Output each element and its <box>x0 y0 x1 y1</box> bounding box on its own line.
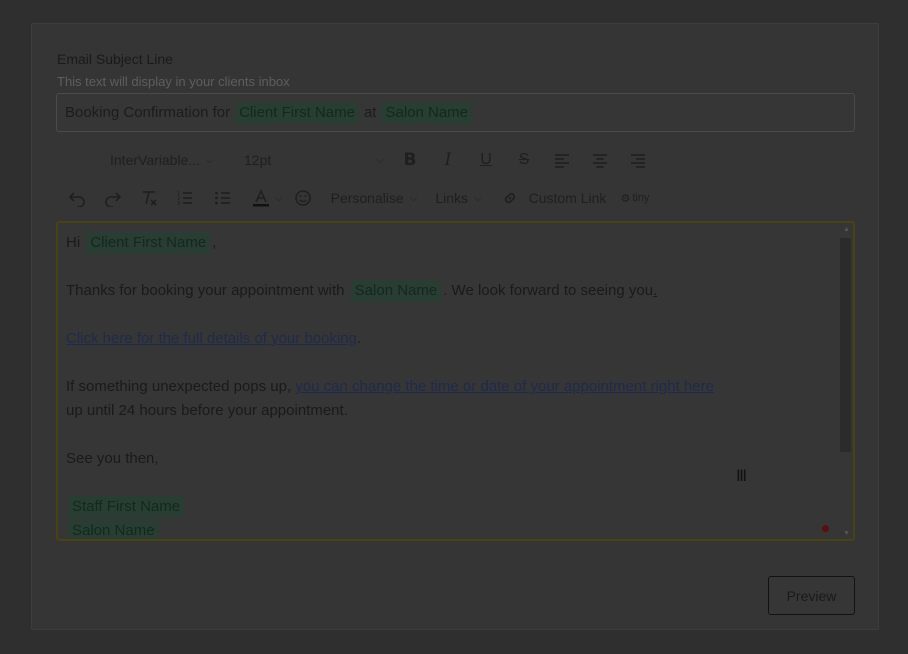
editor-line-details: Click here for the full details of your … <box>66 327 836 351</box>
personalise-label: Personalise <box>330 190 404 206</box>
font-family-select[interactable]: InterVariable... ⌵ <box>110 152 228 168</box>
subject-middle: at <box>363 104 377 121</box>
editor-line-unexpected: If something unexpected pops up, you can… <box>66 375 836 399</box>
strikethrough-icon[interactable]: S <box>512 148 536 172</box>
preview-button[interactable]: Preview <box>768 576 855 615</box>
editor-blank-line <box>66 351 836 375</box>
editor-blank-line <box>66 255 836 279</box>
subject-help-text: This text will display in your clients i… <box>57 74 290 89</box>
links-menu[interactable]: Links ⌵ <box>435 190 481 206</box>
undo-icon[interactable] <box>65 186 89 210</box>
text-color-icon[interactable] <box>249 186 273 210</box>
staff-first-name-tag[interactable]: Staff First Name <box>68 496 185 518</box>
chevron-down-icon[interactable]: ⌵ <box>275 193 283 204</box>
editor-line-thanks: Thanks for booking your appointment with… <box>66 279 836 303</box>
greeting-text: Hi <box>66 234 81 251</box>
salon-name-tag[interactable]: Salon Name <box>68 520 159 539</box>
font-size-select[interactable]: 12pt ⌵ <box>244 152 384 168</box>
underline-icon[interactable]: U <box>474 148 498 172</box>
editor-line-salon: Salon Name <box>66 519 836 539</box>
personalise-menu[interactable]: Personalise ⌵ <box>331 190 418 206</box>
scroll-up-arrow-icon[interactable]: ▲ <box>843 226 850 233</box>
tiny-logo-icon: ⚙ <box>620 192 631 205</box>
link-icon <box>498 186 522 210</box>
emoji-icon[interactable] <box>291 186 315 210</box>
scroll-down-arrow-icon[interactable]: ▼ <box>843 530 850 537</box>
editor-toolbar-row-2: 123 ⌵ Personalise ⌵ Links ⌵ Custom Link … <box>65 185 649 211</box>
subject-prefix: Booking Confirmation for <box>65 104 231 121</box>
editor-line-staff: Staff First Name <box>66 495 836 519</box>
tiny-logo: ⚙ tiny <box>620 192 649 205</box>
email-settings-card: Email Subject Line This text will displa… <box>31 23 879 630</box>
align-left-icon[interactable] <box>550 148 574 172</box>
details-end-text: . <box>356 330 362 347</box>
font-size-value: 12pt <box>244 152 272 168</box>
editor-line-unexpected-2: up until 24 hours before your appointmen… <box>66 402 348 419</box>
chevron-down-icon: ⌵ <box>206 154 214 166</box>
editor-blank-line <box>66 471 836 495</box>
thanks-suffix-text: . We look forward to seeing you <box>443 282 654 299</box>
greeting-comma: , <box>212 234 217 251</box>
custom-link-label: Custom Link <box>528 190 607 206</box>
chevron-down-icon: ⌵ <box>409 192 418 204</box>
change-appointment-link[interactable]: you can change the time or date of your … <box>295 378 714 395</box>
booking-details-link[interactable]: Click here for the full details of your … <box>66 330 357 347</box>
editor-content[interactable]: Hi Client First Name, Thanks for booking… <box>66 231 836 539</box>
client-first-name-tag[interactable]: Client First Name <box>235 101 359 124</box>
status-dot-icon <box>822 525 829 532</box>
unexpected-text: If something unexpected pops up, <box>66 378 292 395</box>
links-label: Links <box>435 190 469 206</box>
salon-name-tag[interactable]: Salon Name <box>350 280 442 302</box>
thanks-text: Thanks for booking your appointment with <box>66 282 345 299</box>
numbered-list-icon[interactable]: 123 <box>173 186 197 210</box>
bold-icon[interactable]: B <box>398 148 422 172</box>
text-cursor-icon: Ⅲ <box>736 466 748 485</box>
italic-icon[interactable]: I <box>436 148 460 172</box>
scrollbar-thumb[interactable] <box>840 238 851 452</box>
email-body-editor[interactable]: Hi Client First Name, Thanks for booking… <box>56 221 855 541</box>
salon-name-tag[interactable]: Salon Name <box>381 101 473 124</box>
client-first-name-tag[interactable]: Client First Name <box>86 232 211 254</box>
subject-input[interactable]: Booking Confirmation for Client First Na… <box>56 93 855 132</box>
align-center-icon[interactable] <box>588 148 612 172</box>
editor-line-greeting: Hi Client First Name, <box>66 231 836 255</box>
subject-label: Email Subject Line <box>57 51 173 67</box>
svg-text:3: 3 <box>177 201 180 207</box>
chevron-down-icon: ⌵ <box>376 154 384 166</box>
font-family-value: InterVariable... <box>110 152 201 168</box>
bullet-list-icon[interactable] <box>211 186 235 210</box>
chevron-down-icon: ⌵ <box>474 192 482 204</box>
clear-formatting-icon[interactable] <box>137 186 161 210</box>
editor-blank-line <box>66 303 836 327</box>
tiny-logo-label: tiny <box>632 192 650 204</box>
thanks-end-text: . <box>653 282 658 299</box>
editor-toolbar-row-1: InterVariable... ⌵ 12pt ⌵ B I U S <box>110 147 650 173</box>
editor-blank-line <box>66 423 836 447</box>
align-right-icon[interactable] <box>626 148 650 172</box>
editor-line-signoff: See you then, <box>66 450 159 467</box>
custom-link-button[interactable]: Custom Link <box>498 186 607 210</box>
redo-icon[interactable] <box>101 186 125 210</box>
